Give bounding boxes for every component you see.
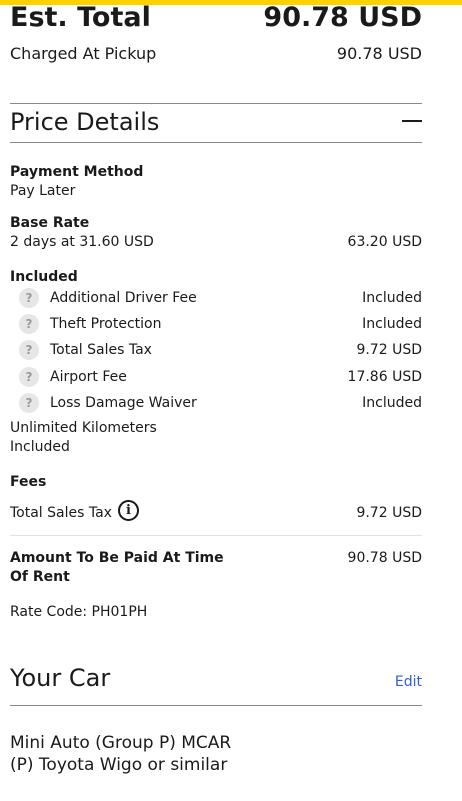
included-item-name: Loss Damage Waiver [50, 395, 197, 411]
included-item-value: Included [362, 290, 422, 306]
edit-car-link[interactable]: Edit [395, 673, 422, 691]
est-total-value: 90.78 USD [263, 2, 422, 33]
help-icon[interactable]: ? [19, 340, 39, 360]
fees-label: Fees [10, 474, 47, 490]
included-item-value: Included [362, 316, 422, 332]
included-item-value: Included [362, 395, 422, 411]
divider [10, 535, 422, 536]
included-item-name: Theft Protection [50, 316, 162, 332]
fee-item-name: Total Sales Tax [10, 505, 112, 521]
divider [10, 103, 422, 104]
divider [10, 705, 422, 706]
base-rate-desc: 2 days at 31.60 USD [10, 234, 154, 250]
charged-at-pickup-row: Charged At Pickup 90.78 USD [10, 42, 422, 66]
rate-code: Rate Code: PH01PH [10, 604, 148, 620]
included-item-value: 9.72 USD [356, 342, 422, 358]
included-item: ? Theft Protection Included [10, 314, 422, 334]
included-item: ? Additional Driver Fee Included [10, 288, 422, 308]
included-label: Included [10, 269, 78, 285]
fee-item: Total Sales Tax i 9.72 USD [10, 500, 422, 523]
payment-method-label: Payment Method [10, 164, 144, 180]
unlimited-km-label: Unlimited Kilometers [10, 420, 157, 436]
base-rate-value: 63.20 USD [347, 234, 422, 250]
included-item: ? Loss Damage Waiver Included [10, 393, 422, 413]
base-rate-row: 2 days at 31.60 USD 63.20 USD [10, 232, 422, 252]
info-icon[interactable]: i [118, 500, 139, 521]
help-icon[interactable]: ? [19, 367, 39, 387]
est-total-label: Est. Total [10, 2, 151, 33]
collapse-minus-icon[interactable] [400, 110, 422, 132]
amount-due-value: 90.78 USD [347, 550, 422, 566]
help-icon[interactable]: ? [19, 288, 39, 308]
included-item-name: Airport Fee [50, 369, 127, 385]
payment-method-value: Pay Later [10, 183, 76, 199]
help-icon[interactable]: ? [19, 314, 39, 334]
car-group: Mini Auto (Group P) MCAR [10, 733, 232, 753]
est-total-row: Est. Total 90.78 USD [10, 0, 422, 36]
price-details-title: Price Details [10, 108, 160, 136]
included-item-name: Additional Driver Fee [50, 290, 197, 306]
unlimited-km-value: Included [10, 439, 70, 455]
base-rate-label: Base Rate [10, 215, 90, 231]
car-model: (P) Toyota Wigo or similar [10, 755, 228, 775]
included-item-name: Total Sales Tax [50, 342, 152, 358]
included-item-value: 17.86 USD [347, 369, 422, 385]
charged-label: Charged At Pickup [10, 44, 157, 63]
included-item: ? Airport Fee 17.86 USD [10, 367, 422, 387]
amount-due-label: Amount To Be Paid At Time Of Rent [10, 550, 224, 585]
included-item: ? Total Sales Tax 9.72 USD [10, 340, 422, 360]
divider [10, 142, 422, 143]
fee-item-value: 9.72 USD [356, 505, 422, 521]
help-icon[interactable]: ? [19, 393, 39, 413]
charged-value: 90.78 USD [336, 44, 422, 63]
your-car-title: Your Car [10, 664, 111, 692]
